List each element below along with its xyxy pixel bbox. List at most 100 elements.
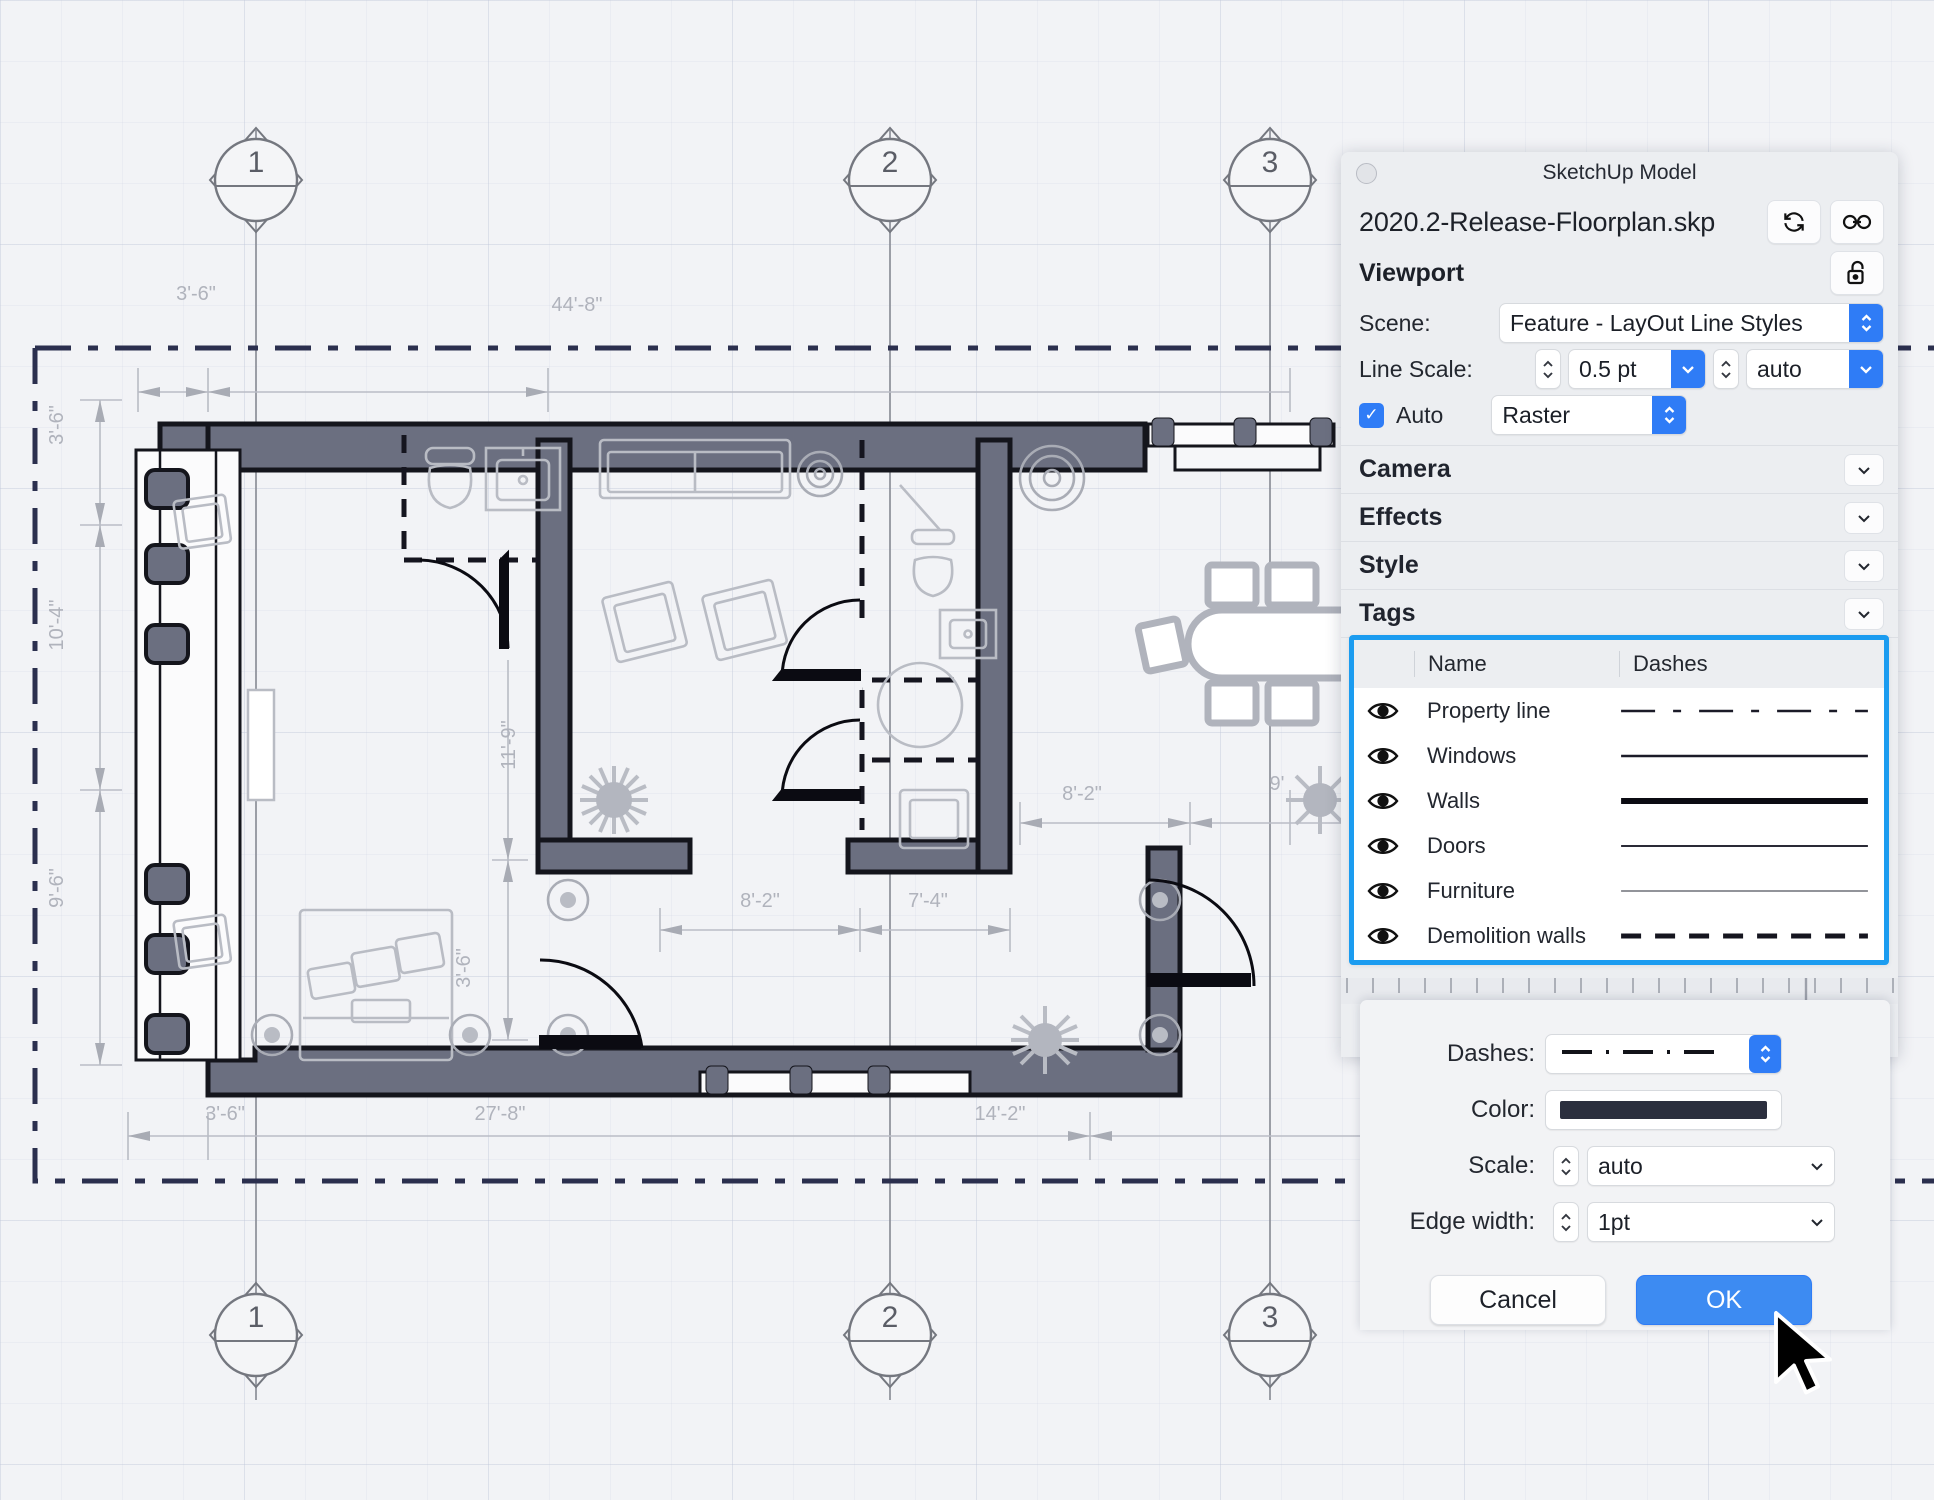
svg-text:14'-2": 14'-2"	[975, 1103, 1026, 1125]
svg-text:27'-8": 27'-8"	[475, 1103, 526, 1125]
chevron-down-icon[interactable]	[1800, 1215, 1834, 1229]
section-effects[interactable]: Effects	[1341, 493, 1898, 541]
color-row: Color:	[1360, 1082, 1890, 1138]
scene-label: Scene:	[1359, 310, 1491, 337]
tag-name: Doors	[1414, 833, 1619, 859]
line-scale-stepper[interactable]	[1535, 349, 1561, 389]
section-style[interactable]: Style	[1341, 541, 1898, 589]
chevron-updown-icon[interactable]	[1749, 1035, 1781, 1073]
edge-width-select[interactable]: 1pt	[1587, 1202, 1835, 1242]
appliance-icon	[1020, 446, 1084, 510]
chevron-down-icon[interactable]	[1844, 550, 1884, 582]
tag-name: Demolition walls	[1414, 923, 1619, 949]
line-scale-row: Line Scale: 0.5 pt auto	[1341, 346, 1898, 392]
tag-dash-preview[interactable]	[1619, 794, 1884, 808]
edge-width-stepper[interactable]	[1553, 1202, 1579, 1242]
color-swatch	[1560, 1101, 1767, 1119]
grid-bubble-top-3: 3	[1224, 128, 1316, 232]
panel-titlebar: SketchUp Model	[1341, 152, 1898, 196]
auto-checkbox[interactable]: ✓	[1359, 403, 1384, 428]
svg-text:2: 2	[882, 146, 899, 179]
tag-dash-preview[interactable]	[1619, 839, 1884, 853]
eye-icon[interactable]	[1354, 788, 1414, 814]
svg-text:1: 1	[248, 146, 265, 179]
tag-dash-preview[interactable]	[1619, 704, 1884, 718]
section-camera[interactable]: Camera	[1341, 445, 1898, 493]
eye-icon[interactable]	[1354, 878, 1414, 904]
eye-icon[interactable]	[1354, 923, 1414, 949]
dashes-select[interactable]	[1545, 1034, 1782, 1074]
tag-name: Windows	[1414, 743, 1619, 769]
chevron-down-icon[interactable]	[1844, 502, 1884, 534]
eye-icon[interactable]	[1354, 743, 1414, 769]
panel-title: SketchUp Model	[1341, 161, 1898, 185]
svg-text:3'-6": 3'-6"	[205, 1103, 245, 1125]
chevron-down-icon[interactable]	[1671, 350, 1705, 388]
refresh-icon[interactable]	[1767, 200, 1821, 244]
line-scale-unit-select[interactable]: auto	[1746, 349, 1884, 389]
svg-text:44'-8": 44'-8"	[552, 294, 603, 316]
armchair-icon	[602, 581, 688, 662]
west-window-wall	[136, 450, 274, 1060]
line-scale-value-select[interactable]: 0.5 pt	[1568, 349, 1706, 389]
dashes-label: Dashes:	[1360, 1040, 1545, 1068]
tag-dash-preview[interactable]	[1619, 884, 1884, 898]
unlock-icon[interactable]	[1830, 251, 1884, 295]
scene-select[interactable]: Feature - LayOut Line Styles	[1499, 303, 1884, 343]
color-swatch-button[interactable]	[1545, 1090, 1782, 1130]
edge-width-label: Edge width:	[1360, 1208, 1545, 1236]
section-tags-label: Tags	[1359, 599, 1844, 628]
tag-dash-preview[interactable]	[1619, 929, 1884, 943]
table-row[interactable]: Furniture	[1354, 868, 1884, 913]
render-mode-value: Raster	[1492, 402, 1652, 429]
section-style-label: Style	[1359, 551, 1844, 580]
scene-row: Scene: Feature - LayOut Line Styles	[1341, 300, 1898, 346]
grid-bubble-bottom-3: 3	[1224, 1283, 1316, 1387]
chevron-down-icon[interactable]	[1849, 350, 1883, 388]
table-row[interactable]: Windows	[1354, 733, 1884, 778]
svg-text:8'-2": 8'-2"	[1062, 783, 1102, 805]
chevron-updown-icon[interactable]	[1652, 396, 1686, 434]
tags-table[interactable]: Name Dashes Property line Windows Walls Doo…	[1349, 635, 1889, 965]
scale-label: Scale:	[1360, 1152, 1545, 1180]
table-row[interactable]: Doors	[1354, 823, 1884, 868]
section-tags[interactable]: Tags	[1341, 589, 1898, 637]
col-name: Name	[1414, 651, 1619, 677]
dashes-row: Dashes:	[1360, 1026, 1890, 1082]
table-row[interactable]: Demolition walls	[1354, 913, 1884, 958]
chevron-down-icon[interactable]	[1800, 1159, 1834, 1173]
scale-select[interactable]: auto	[1587, 1146, 1835, 1186]
dialog-buttons: Cancel OK	[1430, 1275, 1812, 1325]
col-dashes: Dashes	[1619, 651, 1884, 677]
file-name: 2020.2-Release-Floorplan.skp	[1359, 207, 1758, 238]
tags-table-header: Name Dashes	[1354, 640, 1884, 688]
table-row[interactable]: Property line	[1354, 688, 1884, 733]
viewport-section-header: Viewport	[1341, 248, 1898, 300]
grid-bubble-top-1: 1	[210, 128, 302, 232]
scene-value: Feature - LayOut Line Styles	[1500, 310, 1849, 337]
link-icon[interactable]	[1830, 200, 1884, 244]
eye-icon[interactable]	[1354, 698, 1414, 724]
tag-name: Furniture	[1414, 878, 1619, 904]
scale-stepper[interactable]	[1553, 1146, 1579, 1186]
bed-icon	[300, 910, 452, 1060]
svg-text:9'-6": 9'-6"	[46, 868, 68, 908]
render-mode-select[interactable]: Raster	[1491, 395, 1687, 435]
tag-name: Property line	[1414, 698, 1619, 724]
line-scale-value: 0.5 pt	[1569, 356, 1671, 383]
eye-icon[interactable]	[1354, 833, 1414, 859]
dimension-lines	[80, 368, 1400, 1160]
svg-text:3: 3	[1262, 1301, 1279, 1334]
chevron-updown-icon[interactable]	[1849, 304, 1883, 342]
chevron-down-icon[interactable]	[1844, 454, 1884, 486]
chevron-down-icon[interactable]	[1844, 598, 1884, 630]
line-scale-unit-stepper[interactable]	[1713, 349, 1739, 389]
edge-width-row: Edge width: 1pt	[1360, 1194, 1890, 1250]
svg-text:11'-9": 11'-9"	[498, 720, 520, 769]
table-row[interactable]: Walls	[1354, 778, 1884, 823]
svg-text:3'-6": 3'-6"	[453, 948, 475, 988]
color-label: Color:	[1360, 1096, 1545, 1124]
cancel-button[interactable]: Cancel	[1430, 1275, 1606, 1325]
tag-dash-preview[interactable]	[1619, 749, 1884, 763]
grid-bubble-bottom-2: 2	[844, 1283, 936, 1387]
